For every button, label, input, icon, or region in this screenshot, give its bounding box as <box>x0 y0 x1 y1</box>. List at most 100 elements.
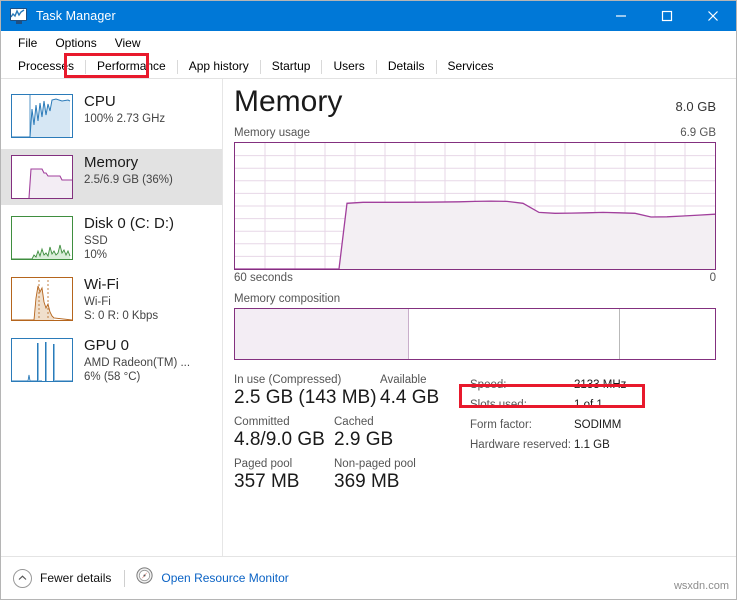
fewer-details-button[interactable]: Fewer details <box>13 568 112 588</box>
page-title: Memory <box>234 85 343 118</box>
composition-inuse-segment <box>235 309 408 359</box>
stat-speed-row: Speed: 2133 MHz <box>470 375 626 395</box>
stat-label: Cached <box>334 416 374 428</box>
memory-composition-label: Memory composition <box>234 293 341 305</box>
stat-row: Paged pool 357 MB Non-paged pool 369 MB <box>234 458 466 500</box>
sidebar-item-sub: AMD Radeon(TM) ... <box>84 356 191 369</box>
stat-value: 2.9 GB <box>334 429 394 450</box>
watermark: wsxdn.com <box>673 580 729 592</box>
minimize-icon[interactable] <box>598 1 644 31</box>
sidebar-item-sub2: 10% <box>84 248 108 261</box>
graph-x-start-label: 60 seconds <box>234 272 293 284</box>
sidebar-item-sub: SSD <box>84 234 108 247</box>
cpu-thumbnail-chart <box>11 94 73 138</box>
stat-label: Non-paged pool <box>334 458 416 470</box>
tab-strip: Processes Performance App history Startu… <box>1 54 736 79</box>
window-title: Task Manager <box>36 9 116 23</box>
stat-label: Committed <box>234 416 290 428</box>
stat-form-factor-row: Form factor: SODIMM <box>470 415 626 435</box>
stat-row: In use (Compressed) 2.5 GB (143 MB) Avai… <box>234 374 466 416</box>
chevron-up-circle-icon <box>13 568 32 588</box>
maximize-icon[interactable] <box>644 1 690 31</box>
sidebar-item-cpu[interactable]: CPU 100% 2.73 GHz <box>1 88 222 144</box>
window-controls <box>598 1 736 31</box>
stat-value: 2133 MHz <box>574 379 627 391</box>
sidebar-item-label: Memory <box>84 154 139 171</box>
gpu-thumbnail-chart <box>11 338 73 382</box>
resource-monitor-label: Open Resource Monitor <box>161 571 289 585</box>
tab-details[interactable]: Details <box>377 54 436 79</box>
memory-stats-right: Speed: 2133 MHz Slots used: 1 of 1 Form … <box>470 374 626 500</box>
sidebar-item-sub: 100% 2.73 GHz <box>84 112 166 125</box>
stat-value: 1 of 1 <box>574 399 603 411</box>
stat-label: Slots used: <box>470 399 527 411</box>
sidebar-item-wifi[interactable]: Wi-Fi Wi-Fi S: 0 R: 0 Kbps <box>1 271 222 327</box>
graph-footer: 60 seconds 0 <box>234 272 716 284</box>
stat-value: 1.1 GB <box>574 439 610 451</box>
tab-app-history[interactable]: App history <box>178 54 260 79</box>
tab-users[interactable]: Users <box>322 54 375 79</box>
status-bar: Fewer details Open Resource Monitor <box>1 556 736 599</box>
sidebar-item-label: GPU 0 <box>84 337 130 354</box>
sidebar-item-sub2: S: 0 R: 0 Kbps <box>84 309 159 322</box>
stat-value: 4.8/9.0 GB <box>234 429 325 450</box>
stat-label: In use (Compressed) <box>234 374 342 386</box>
task-manager-window: Task Manager File Options View Processes… <box>0 0 737 600</box>
sidebar-item-sub2: 6% (58 °C) <box>84 370 141 383</box>
disk-thumbnail-chart <box>11 216 73 260</box>
sidebar-item-label: CPU <box>84 93 116 110</box>
graph-x-end-label: 0 <box>709 272 716 284</box>
stat-value: 357 MB <box>234 471 300 492</box>
sidebar-item-memory[interactable]: Memory 2.5/6.9 GB (36%) <box>1 149 222 205</box>
memory-composition-bar[interactable] <box>234 308 716 360</box>
sidebar-item-sub: Wi-Fi <box>84 295 111 308</box>
memory-detail-panel: Memory 8.0 GB Memory usage 6.9 GB 60 sec… <box>223 79 736 573</box>
stat-value: 2.5 GB (143 MB) <box>234 387 377 408</box>
graph-title: Memory usage <box>234 127 311 139</box>
stat-value: 369 MB <box>334 471 400 492</box>
stat-slots-row: Slots used: 1 of 1 <box>470 395 626 415</box>
wifi-thumbnail-chart <box>11 277 73 321</box>
task-manager-icon <box>10 8 28 24</box>
stat-label: Hardware reserved: <box>470 439 571 451</box>
menu-item-view[interactable]: View <box>106 33 150 53</box>
stat-label: Available <box>380 374 427 386</box>
total-memory-value: 8.0 GB <box>675 99 716 114</box>
sidebar-item-sub: 2.5/6.9 GB (36%) <box>84 173 173 186</box>
stat-label: Speed: <box>470 379 507 391</box>
composition-divider-1 <box>407 309 409 359</box>
tab-services[interactable]: Services <box>437 54 505 79</box>
close-icon[interactable] <box>690 1 736 31</box>
memory-usage-chart <box>235 143 715 269</box>
stat-hardware-reserved-row: Hardware reserved: 1.1 GB <box>470 435 626 455</box>
stat-value: SODIMM <box>574 419 622 431</box>
stat-label: Paged pool <box>234 458 293 470</box>
memory-thumbnail-chart <box>11 155 73 199</box>
memory-stats: In use (Compressed) 2.5 GB (143 MB) Avai… <box>234 374 716 500</box>
memory-usage-graph <box>234 142 716 270</box>
content-area: CPU 100% 2.73 GHz Memory 2.5/6.9 GB (36%… <box>1 79 736 573</box>
resource-sidebar: CPU 100% 2.73 GHz Memory 2.5/6.9 GB (36%… <box>1 79 223 573</box>
title-bar: Task Manager <box>1 1 736 31</box>
tab-performance[interactable]: Performance <box>86 54 177 79</box>
sidebar-item-gpu[interactable]: GPU 0 AMD Radeon(TM) ... 6% (58 °C) <box>1 332 222 388</box>
menu-item-options[interactable]: Options <box>46 33 105 53</box>
composition-divider-2 <box>619 309 620 359</box>
graph-caption-row: Memory usage 6.9 GB <box>234 127 716 139</box>
status-divider <box>124 569 126 587</box>
stat-row: Committed 4.8/9.0 GB Cached 2.9 GB <box>234 416 466 458</box>
sidebar-item-label: Wi-Fi <box>84 276 119 293</box>
tab-startup[interactable]: Startup <box>261 54 322 79</box>
stat-value: 4.4 GB <box>380 387 440 408</box>
graph-max-value: 6.9 GB <box>680 127 716 139</box>
menu-bar: File Options View <box>1 31 736 55</box>
menu-item-file[interactable]: File <box>9 33 46 53</box>
open-resource-monitor-link[interactable]: Open Resource Monitor <box>136 567 289 589</box>
fewer-details-label: Fewer details <box>40 571 112 585</box>
sidebar-item-label: Disk 0 (C: D:) <box>84 215 174 232</box>
sidebar-item-disk[interactable]: Disk 0 (C: D:) SSD 10% <box>1 210 222 266</box>
memory-stats-left: In use (Compressed) 2.5 GB (143 MB) Avai… <box>234 374 466 500</box>
tab-processes[interactable]: Processes <box>7 54 85 79</box>
resource-monitor-icon <box>136 567 153 589</box>
stat-label: Form factor: <box>470 419 532 431</box>
